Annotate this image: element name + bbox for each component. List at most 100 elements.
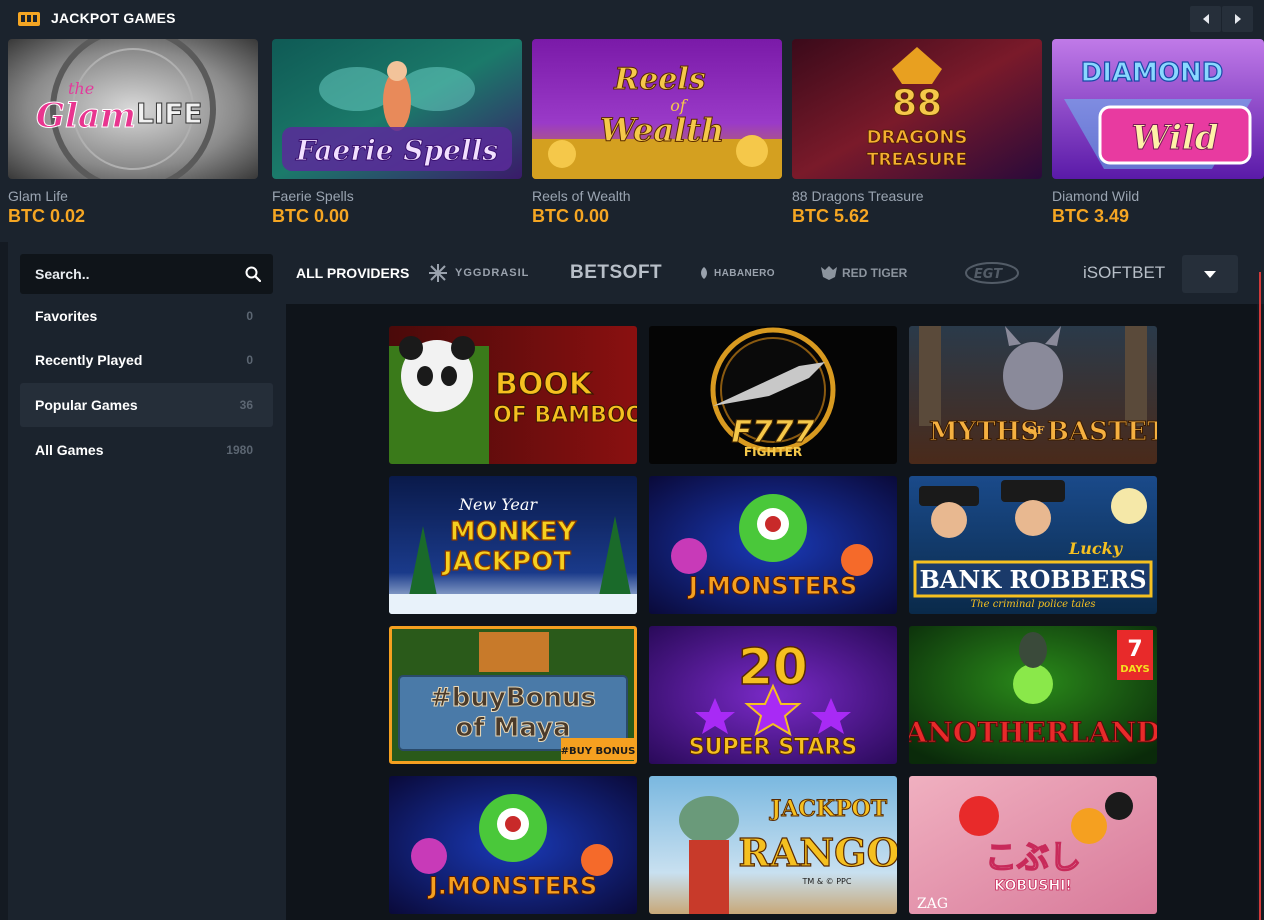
sidebar-item-label: Popular Games: [35, 397, 138, 413]
svg-text:MYTHS: MYTHS: [929, 417, 1039, 447]
sidebar-item-count: 0: [246, 353, 253, 367]
jackpot-section: JACKPOT GAMES the Glam LIFE Glam Life BT…: [0, 0, 1264, 242]
svg-text:ANOTHERLAND: ANOTHERLAND: [909, 716, 1157, 749]
svg-text:#BUY BONUS: #BUY BONUS: [561, 746, 636, 757]
svg-text:J.MONSTERS: J.MONSTERS: [427, 872, 597, 900]
jackpot-prev-button[interactable]: [1190, 6, 1221, 32]
sidebar-item-label: All Games: [35, 442, 104, 458]
yggdrasil-logo-icon: [429, 264, 447, 282]
sidebar-item-all-games[interactable]: All Games 1980: [20, 428, 273, 472]
sidebar-item-popular-games[interactable]: Popular Games 36: [20, 383, 273, 427]
svg-text:Lucky: Lucky: [1068, 539, 1124, 558]
svg-text:The criminal police tales: The criminal police tales: [971, 599, 1096, 610]
jackpot-thumbnail[interactable]: Reels of Wealth: [532, 39, 782, 179]
svg-text:OF: OF: [1027, 424, 1045, 437]
jackpot-next-button[interactable]: [1222, 6, 1253, 32]
jackpot-thumbnail[interactable]: the Glam LIFE: [8, 39, 258, 179]
svg-text:BASTET: BASTET: [1047, 417, 1157, 447]
svg-text:JACKPOT: JACKPOT: [769, 796, 888, 822]
provider-egt[interactable]: EGT: [964, 242, 1020, 304]
jackpot-thumbnail[interactable]: Faerie Spells: [272, 39, 522, 179]
game-tile-jackpot-rango[interactable]: JACKPOT RANGO TM & © PPC: [649, 776, 897, 914]
provider-habanero-label: HABANERO: [714, 267, 775, 279]
svg-text:DIAMOND: DIAMOND: [1081, 58, 1224, 88]
svg-text:BANK ROBBERS: BANK ROBBERS: [919, 565, 1146, 594]
jackpot-game-name: Faerie Spells: [272, 188, 354, 204]
game-tile-j-monsters-2[interactable]: J.MONSTERS: [389, 776, 637, 914]
svg-text:BOOK: BOOK: [495, 367, 594, 402]
svg-text:#buyBonus: #buyBonus: [430, 683, 596, 713]
jackpot-game-value: BTC 3.49: [1052, 206, 1130, 226]
jackpot-game-value: BTC 0.00: [272, 206, 350, 226]
provider-all[interactable]: ALL PROVIDERS: [296, 242, 409, 304]
game-tile-f777-fighter[interactable]: F777 FIGHTER: [649, 326, 897, 464]
svg-text:ZAG: ZAG: [917, 896, 948, 912]
svg-text:KOBUSHI!: KOBUSHI!: [994, 878, 1072, 894]
svg-text:Reels: Reels: [613, 62, 706, 97]
game-tile-myths-of-bastet[interactable]: MYTHS OF BASTET: [909, 326, 1157, 464]
game-tile-lucky-bank-robbers[interactable]: Lucky BANK ROBBERS The criminal police t…: [909, 476, 1157, 614]
providers-dropdown-button[interactable]: [1182, 255, 1238, 293]
jackpot-thumbnail[interactable]: DIAMOND Wild: [1052, 39, 1264, 179]
jackpot-card-reels-of-wealth[interactable]: Reels of Wealth Reels of Wealth BTC 0.00: [532, 39, 782, 234]
svg-text:JACKPOT: JACKPOT: [441, 547, 571, 577]
provider-isoftbet-label: iSOFTBET: [1083, 263, 1166, 282]
jackpot-card-glam-life[interactable]: the Glam LIFE Glam Life BTC 0.02: [8, 39, 258, 234]
svg-text:DAYS: DAYS: [1120, 664, 1150, 675]
search-input[interactable]: Search..: [20, 254, 273, 294]
chevron-left-icon: [1202, 14, 1209, 24]
svg-text:こぶし: こぶし: [985, 838, 1081, 876]
jackpot-card-88-dragons-treasure[interactable]: 88 DRAGONS TREASURE 88 Dragons Treasure …: [792, 39, 1042, 234]
svg-text:SUPER STARS: SUPER STARS: [689, 735, 857, 760]
chevron-right-icon: [1234, 14, 1241, 24]
scrollbar[interactable]: [1259, 272, 1261, 920]
game-tile-buybonus-of-maya[interactable]: #buyBonus of Maya #BUY BONUS: [389, 626, 637, 764]
sidebar-item-count: 1980: [226, 443, 253, 457]
jackpot-game-name: Diamond Wild: [1052, 188, 1140, 204]
game-tile-new-year-monkey-jackpot[interactable]: New Year MONKEY JACKPOT: [389, 476, 637, 614]
jackpot-title: JACKPOT GAMES: [51, 10, 176, 26]
provider-betsoft-label: BETSOFT: [570, 262, 663, 283]
chevron-down-icon: [1204, 270, 1216, 278]
jackpot-header: JACKPOT GAMES: [0, 0, 1264, 36]
sidebar-item-label: Favorites: [35, 308, 98, 324]
sidebar-item-label: Recently Played: [35, 352, 143, 368]
sidebar-item-count: 36: [239, 398, 253, 412]
provider-yggdrasil[interactable]: YGGDRASIL: [427, 242, 529, 304]
game-tile-kobushi[interactable]: こぶし KOBUSHI! ZAG: [909, 776, 1157, 914]
jackpot-game-value: BTC 0.02: [8, 206, 86, 226]
games-grid: BOOK OF BAMBOO F777 FIGHTER MYTHS OF BAS…: [286, 304, 1257, 920]
svg-text:7: 7: [1127, 637, 1142, 662]
svg-text:Faerie Spells: Faerie Spells: [295, 134, 498, 167]
game-tile-20-super-stars[interactable]: 20 SUPER STARS: [649, 626, 897, 764]
jackpot-game-value: BTC 5.62: [792, 206, 870, 226]
svg-text:Wild: Wild: [1131, 118, 1218, 158]
svg-text:TREASURE: TREASURE: [867, 150, 967, 170]
svg-text:OF BAMBOO: OF BAMBOO: [493, 403, 637, 428]
sidebar-item-favorites[interactable]: Favorites 0: [20, 294, 273, 338]
provider-yggdrasil-label: YGGDRASIL: [455, 267, 530, 279]
sidebar-item-recently-played[interactable]: Recently Played 0: [20, 338, 273, 382]
red-tiger-logo-icon: [821, 266, 837, 280]
jackpot-card-diamond-wild[interactable]: DIAMOND Wild Diamond Wild BTC 3.49: [1052, 39, 1264, 234]
svg-text:LIFE: LIFE: [136, 97, 203, 130]
provider-betsoft[interactable]: BETSOFT: [570, 242, 662, 304]
svg-text:Wealth: Wealth: [600, 111, 725, 149]
provider-habanero[interactable]: HABANERO: [699, 242, 775, 304]
habanero-logo-icon: [701, 267, 707, 279]
svg-text:DRAGONS: DRAGONS: [867, 127, 968, 148]
provider-red-tiger-label: RED TIGER: [842, 266, 908, 280]
game-tile-anotherland[interactable]: 7 DAYS ANOTHERLAND: [909, 626, 1157, 764]
game-tile-book-of-bamboo[interactable]: BOOK OF BAMBOO: [389, 326, 637, 464]
svg-text:MONKEY: MONKEY: [450, 517, 578, 547]
sidebar-item-count: 0: [246, 309, 253, 323]
search-placeholder: Search..: [35, 266, 90, 282]
sidebar: Search.. Favorites 0 Recently Played 0 P…: [8, 242, 286, 920]
provider-isoftbet[interactable]: iSOFTBET: [1083, 242, 1165, 304]
svg-text:J.MONSTERS: J.MONSTERS: [687, 572, 857, 600]
jackpot-thumbnail[interactable]: 88 DRAGONS TREASURE: [792, 39, 1042, 179]
jackpot-card-faerie-spells[interactable]: Faerie Spells Faerie Spells BTC 0.00: [272, 39, 522, 234]
game-tile-j-monsters[interactable]: J.MONSTERS: [649, 476, 897, 614]
provider-red-tiger[interactable]: RED TIGER: [820, 242, 907, 304]
search-icon[interactable]: [245, 266, 261, 282]
